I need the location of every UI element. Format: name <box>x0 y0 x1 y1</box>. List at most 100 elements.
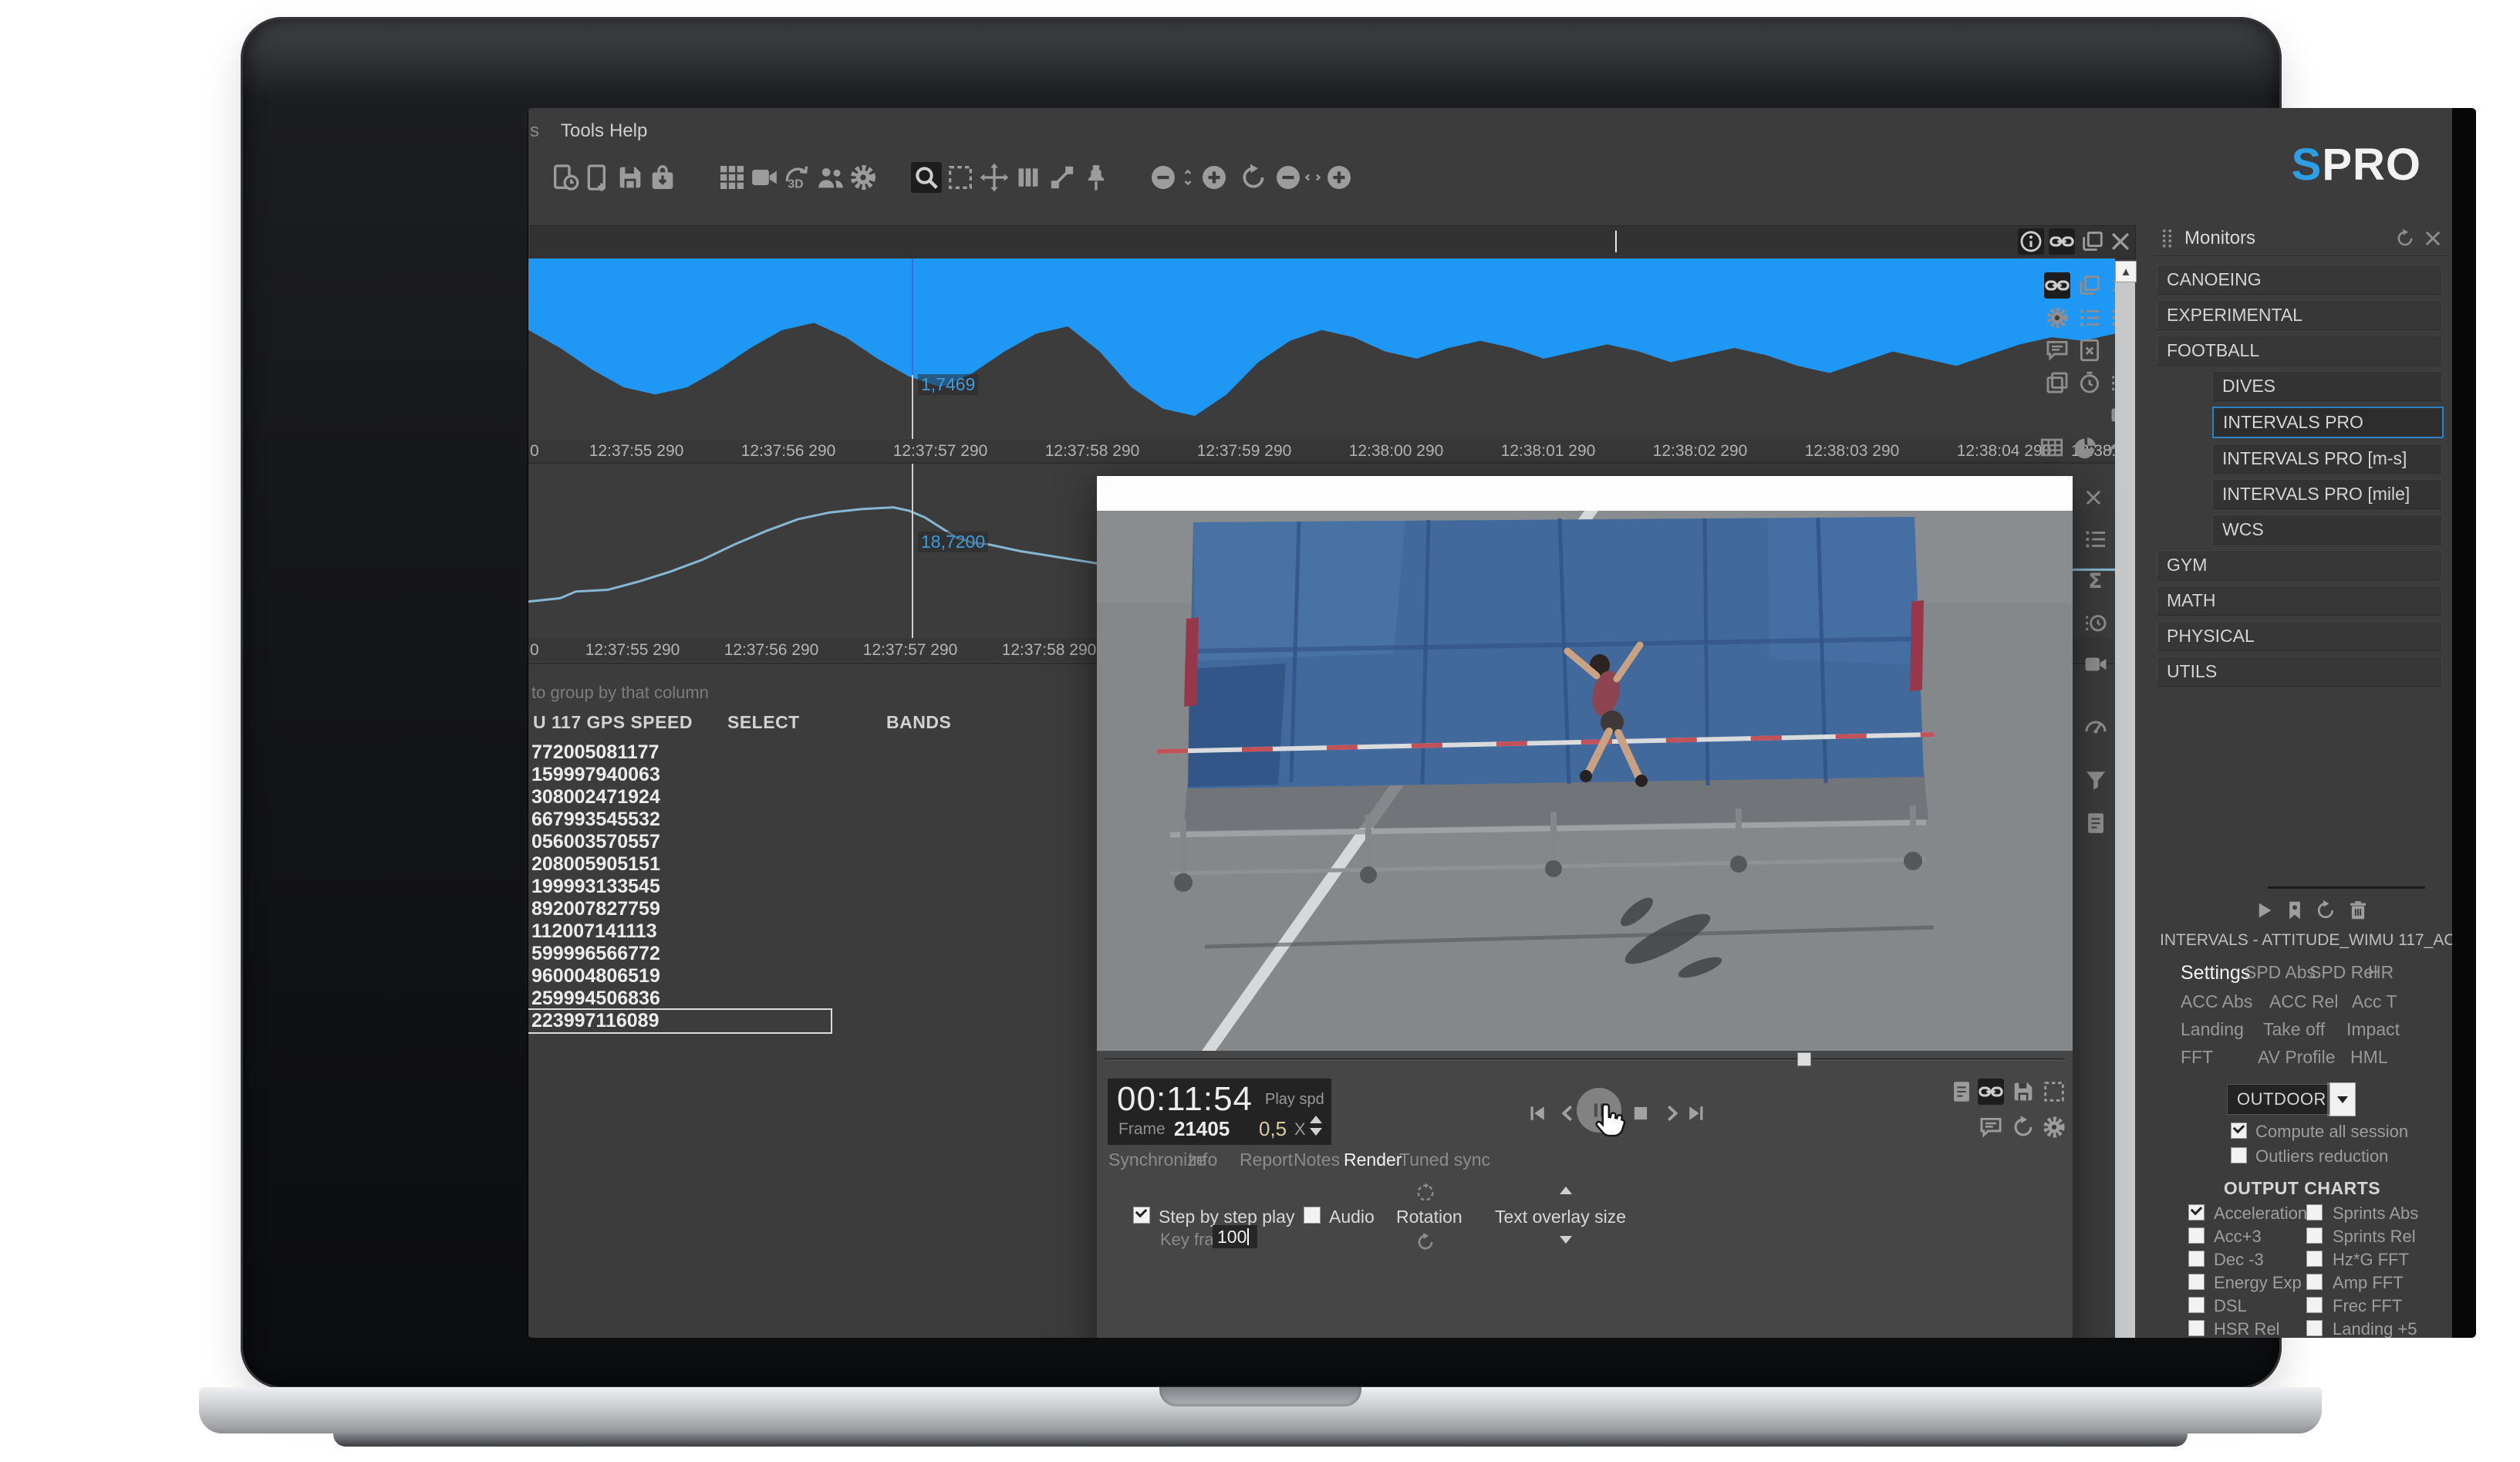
column-header-bands[interactable]: BANDS <box>886 712 951 733</box>
zoom-in-vertical-button[interactable] <box>1199 162 1230 193</box>
tab-info[interactable]: Info <box>1188 1150 1217 1170</box>
video-icon[interactable] <box>2083 651 2109 677</box>
tab-take-off[interactable]: Take off <box>2263 1019 2325 1040</box>
tree-item-canoeing[interactable]: CANOEING <box>2157 265 2442 295</box>
checkbox-landing-5[interactable] <box>2306 1320 2323 1336</box>
list-icon[interactable] <box>2083 526 2109 552</box>
tab-hr[interactable]: HR <box>2368 962 2393 983</box>
tree-item-dives[interactable]: DIVES <box>2212 371 2442 401</box>
session-title-input[interactable] <box>530 225 2136 259</box>
tab-landing[interactable]: Landing <box>2181 1019 2244 1040</box>
checkbox-frec-fft[interactable] <box>2306 1297 2323 1313</box>
speed-stepper[interactable] <box>1310 1116 1322 1136</box>
tab-tuned-sync[interactable]: Tuned sync <box>1399 1150 1490 1170</box>
tab-render[interactable]: Render <box>1344 1150 1402 1170</box>
bands-tool-button[interactable] <box>1013 162 1044 193</box>
rotate-cw-icon[interactable] <box>1415 1231 1436 1253</box>
link-icon[interactable] <box>2049 228 2075 255</box>
selection-icon[interactable] <box>2041 1079 2067 1105</box>
tab-acc-abs[interactable]: ACC Abs <box>2181 991 2252 1012</box>
grid-layout-button[interactable] <box>717 162 747 193</box>
table-row[interactable]: 223997116089 <box>528 1010 831 1032</box>
video-seek-track[interactable] <box>1105 1058 2065 1061</box>
checkbox-hz-g-fft[interactable] <box>2306 1251 2323 1267</box>
comment-icon[interactable] <box>2044 337 2070 363</box>
video-seek-handle[interactable] <box>1797 1052 1811 1066</box>
next-frame-button[interactable] <box>1660 1102 1683 1125</box>
zoom-out-vertical-button[interactable] <box>1148 162 1179 193</box>
export-file-icon[interactable] <box>1948 1079 1975 1105</box>
stopwatch-icon[interactable] <box>2076 370 2103 396</box>
column-header-select[interactable]: SELECT <box>727 712 800 733</box>
link-icon[interactable] <box>1978 1079 2004 1105</box>
skip-start-button[interactable] <box>1526 1102 1549 1125</box>
step-by-step-checkbox[interactable] <box>1133 1207 1150 1224</box>
tree-item-physical[interactable]: PHYSICAL <box>2157 621 2442 651</box>
video-viewport[interactable] <box>1097 511 2073 1051</box>
tab-report[interactable]: Report <box>1240 1150 1293 1170</box>
close-icon[interactable] <box>2083 485 2104 511</box>
sum-icon[interactable] <box>2083 568 2109 594</box>
connector-tool-button[interactable] <box>1047 162 1078 193</box>
dropdown-arrow-button[interactable] <box>2329 1082 2356 1116</box>
session-history-button[interactable] <box>550 162 581 193</box>
filter-icon[interactable] <box>2083 767 2109 793</box>
checkbox-sprints-abs[interactable] <box>2306 1204 2323 1221</box>
duplicate-icon[interactable] <box>2080 228 2106 255</box>
delete-button[interactable] <box>2346 899 2370 922</box>
numbered-list-icon[interactable] <box>2076 305 2103 331</box>
gear-icon[interactable] <box>2044 305 2070 331</box>
tree-item-intervals-pro-mile[interactable]: INTERVALS PRO [mile] <box>2212 479 2442 509</box>
text-size-down-button[interactable] <box>1560 1236 1572 1244</box>
checkbox-outliers-reduction[interactable] <box>2231 1147 2247 1163</box>
tab-spd-rel[interactable]: SPD Rel <box>2309 962 2377 983</box>
info-icon[interactable] <box>2018 228 2044 255</box>
vertical-scrollbar[interactable]: ▲ <box>2115 261 2135 1338</box>
tree-item-wcs[interactable]: WCS <box>2212 515 2442 545</box>
copy-icon[interactable] <box>2044 370 2070 396</box>
zoom-out-horizontal-button[interactable] <box>1273 162 1304 193</box>
link-icon[interactable] <box>2044 272 2070 299</box>
key-frame-input[interactable]: 100 <box>1213 1225 1257 1248</box>
scroll-up-button[interactable]: ▲ <box>2115 261 2137 282</box>
tab-hml[interactable]: HML <box>2350 1047 2388 1068</box>
settings-gear-button[interactable] <box>848 162 879 193</box>
tab-spd-abs[interactable]: SPD Abs <box>2245 962 2316 983</box>
tree-item-math[interactable]: MATH <box>2157 586 2442 616</box>
menu-item-tools[interactable]: Tools <box>561 120 604 142</box>
tree-item-gym[interactable]: GYM <box>2157 550 2442 580</box>
reload-button[interactable] <box>2314 899 2337 922</box>
video-button[interactable] <box>749 162 780 193</box>
refresh-icon[interactable] <box>2010 1114 2036 1140</box>
timer-icon[interactable] <box>2083 609 2109 636</box>
tree-item-football[interactable]: FOOTBALL <box>2157 336 2442 366</box>
skip-end-button[interactable] <box>1685 1102 1708 1125</box>
comment-icon[interactable] <box>1978 1114 2004 1140</box>
menu-item-help[interactable]: Help <box>609 120 647 142</box>
pin-tool-button[interactable] <box>1081 162 1112 193</box>
duplicate-icon[interactable] <box>2076 272 2103 299</box>
save-icon[interactable] <box>2010 1079 2036 1105</box>
pie-chart-icon[interactable] <box>2073 434 2099 461</box>
tab-acc-rel[interactable]: ACC Rel <box>2269 991 2338 1012</box>
text-size-up-button[interactable] <box>1560 1187 1572 1194</box>
new-document-button[interactable] <box>582 162 613 193</box>
pan-tool-button[interactable] <box>979 162 1010 193</box>
tab-settings[interactable]: Settings <box>2181 962 2250 984</box>
environment-dropdown[interactable]: OUTDOOR <box>2227 1084 2338 1115</box>
tab-notes[interactable]: Notes <box>1294 1150 1340 1170</box>
checkbox-sprints-rel[interactable] <box>2306 1227 2323 1244</box>
close-icon[interactable] <box>2107 228 2134 255</box>
tab-acc-t[interactable]: Acc T <box>2352 991 2397 1012</box>
3d-view-button[interactable] <box>781 162 812 193</box>
column-header-gps-speed[interactable]: U 117 GPS SPEED <box>533 712 693 733</box>
table-view-icon[interactable] <box>2039 434 2065 461</box>
tree-item-intervals-pro[interactable]: INTERVALS PRO <box>2212 407 2444 438</box>
stop-button[interactable] <box>1629 1102 1652 1125</box>
audio-checkbox[interactable] <box>1304 1207 1321 1224</box>
tab-impact[interactable]: Impact <box>2346 1019 2400 1040</box>
gauge-icon[interactable] <box>2083 713 2109 739</box>
save-button[interactable] <box>615 162 646 193</box>
gps-speed-area-chart[interactable]: 1,7469 0 12:38: 12:37:55 29012:37:56 290… <box>528 258 2115 464</box>
run-monitor-button[interactable] <box>2252 899 2275 922</box>
